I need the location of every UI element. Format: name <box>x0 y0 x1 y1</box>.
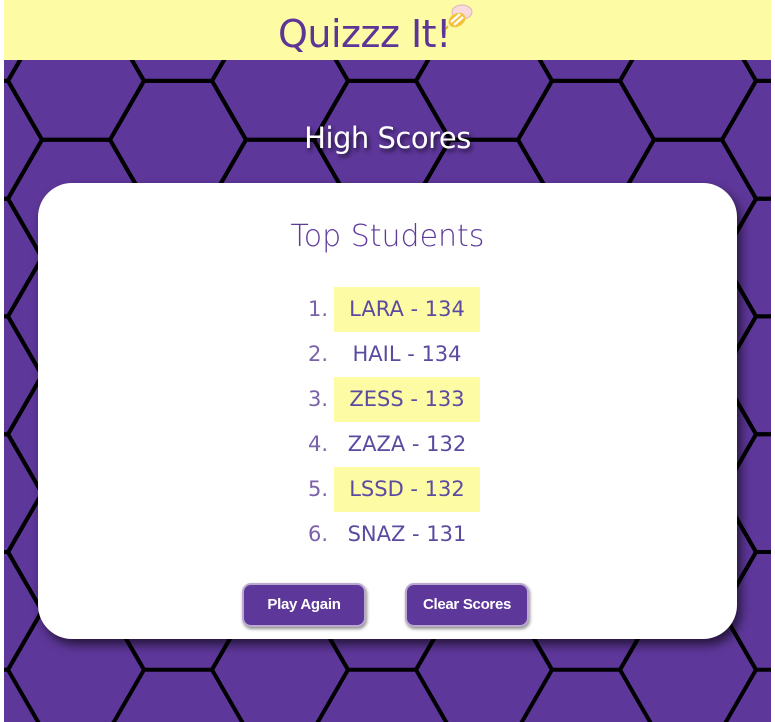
score-list-item: 6. SNAZ - 131 <box>38 512 737 557</box>
hexagon-cell <box>333 60 431 83</box>
app-logo-text: Quizzz It! <box>278 12 451 56</box>
score-list-item: 4. ZAZA - 132 <box>38 422 737 467</box>
clear-scores-button[interactable]: Clear Scores <box>405 583 529 627</box>
score-entry: ZAZA - 132 <box>347 432 467 456</box>
score-entry: LSSD - 132 <box>334 467 480 512</box>
score-list-item: 5. LSSD - 132 <box>38 467 737 512</box>
hexagon-cell <box>741 60 771 83</box>
hexagon-cell <box>4 314 45 437</box>
score-list-item: 3. ZESS - 133 <box>38 377 737 422</box>
hexagon-cell <box>4 196 45 319</box>
page-title: High Scores <box>304 121 471 155</box>
score-entry: HAIL - 134 <box>352 342 462 366</box>
score-rank: 4. <box>307 432 328 456</box>
app-frame: Quizzz It! High Scores Top Students 1. LA… <box>4 0 771 722</box>
score-list-item: 2. HAIL - 134 <box>38 332 737 377</box>
high-score-list: 1. LARA - 134 2. HAIL - 134 3. ZESS - 133 4. ZA… <box>38 287 737 557</box>
score-rank: 3. <box>307 387 328 411</box>
hexagon-cell <box>4 550 45 672</box>
score-rank: 1. <box>307 297 328 321</box>
hexagon-cell <box>129 60 227 83</box>
score-entry: ZESS - 133 <box>334 377 480 422</box>
score-entry: SNAZ - 131 <box>347 522 467 546</box>
play-again-button[interactable]: Play Again <box>242 583 366 627</box>
card-title: Top Students <box>290 219 485 254</box>
score-rank: 2. <box>307 342 328 366</box>
score-rank: 5. <box>307 477 328 501</box>
score-rank: 6. <box>307 522 328 546</box>
hexagon-cell <box>537 60 635 83</box>
score-list-item: 1. LARA - 134 <box>38 287 737 332</box>
score-entry: LARA - 134 <box>334 287 480 332</box>
scores-card: Top Students 1. LARA - 134 2. HAIL - 134 3. Z… <box>38 183 737 639</box>
hexagon-cell <box>4 432 45 554</box>
bee-icon <box>445 4 473 30</box>
top-banner: Quizzz It! <box>4 0 771 60</box>
